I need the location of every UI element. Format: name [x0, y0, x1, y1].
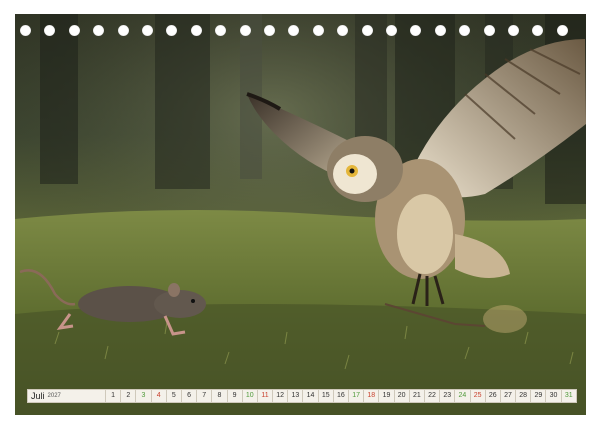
day-cell: 23	[440, 389, 456, 403]
day-cell: 20	[394, 389, 410, 403]
day-cell: 17	[349, 389, 365, 403]
month-label-cell: Juli 2027	[27, 389, 106, 403]
binding-hole	[459, 25, 471, 36]
binding-hole	[483, 25, 495, 36]
day-cell: 27	[500, 389, 517, 403]
day-cell: 1	[106, 389, 122, 403]
binding-hole	[508, 25, 519, 36]
binding-hole	[166, 25, 178, 36]
owl-hunting-photo	[15, 14, 586, 415]
binding-hole	[190, 25, 202, 36]
binding-hole	[142, 25, 153, 36]
binding-hole	[386, 25, 397, 36]
day-cell: 19	[379, 389, 395, 403]
day-cell: 2	[121, 389, 137, 403]
binding-hole	[117, 25, 129, 36]
day-cell: 7	[197, 389, 213, 403]
binding-hole	[361, 25, 373, 36]
day-cell: 6	[181, 389, 198, 403]
binding-hole	[44, 25, 56, 36]
day-cell: 15	[318, 389, 334, 403]
photo-illustration	[15, 14, 586, 415]
binding-hole	[556, 25, 568, 36]
month-name: Juli	[31, 391, 45, 401]
day-cell: 10	[242, 389, 258, 403]
binding-hole	[312, 25, 324, 36]
binding-hole	[215, 25, 227, 36]
day-cell: 30	[546, 389, 562, 403]
binding-hole	[337, 25, 349, 36]
day-cell: 25	[470, 389, 486, 403]
day-cell: 4	[151, 389, 167, 403]
day-cells: 1 2 3 4 5 6 7 8 9 10 11 12 13 14 15 16 17 18 19 20 21 22 23 24 2…	[106, 389, 577, 403]
day-cell: 21	[409, 389, 425, 403]
day-cell: 11	[257, 389, 274, 403]
binding-hole	[93, 25, 105, 36]
day-cell: 12	[273, 389, 289, 403]
day-cell: 18	[364, 389, 380, 403]
binding-hole	[68, 25, 80, 36]
binding-hole	[410, 25, 422, 36]
binding-hole	[239, 25, 251, 36]
day-cell: 31	[561, 389, 577, 403]
day-cell: 24	[455, 389, 471, 403]
day-cell: 14	[303, 389, 319, 403]
year-label: 2027	[47, 393, 61, 399]
day-cell: 5	[166, 389, 182, 403]
calendar-page: Juli 2027 1 2 3 4 5 6 7 8 9 10 11 12 13 14 15 16 17 18 19 2…	[0, 0, 600, 431]
binding-hole	[20, 25, 31, 36]
binding-hole	[434, 25, 446, 36]
binding-hole	[532, 25, 544, 36]
day-cell: 29	[531, 389, 547, 403]
day-cell: 22	[424, 389, 441, 403]
day-cell: 13	[288, 389, 304, 403]
month-strip: Juli 2027 1 2 3 4 5 6 7 8 9 10 11 12 13 14 15 16 17 18 19 2…	[27, 389, 577, 403]
day-cell: 26	[485, 389, 501, 403]
binding-holes	[20, 25, 582, 37]
day-cell: 16	[333, 389, 349, 403]
binding-hole	[288, 25, 300, 36]
day-cell: 8	[212, 389, 228, 403]
day-cell: 9	[227, 389, 243, 403]
day-cell: 28	[516, 389, 532, 403]
day-cell: 3	[136, 389, 152, 403]
binding-hole	[264, 25, 275, 36]
